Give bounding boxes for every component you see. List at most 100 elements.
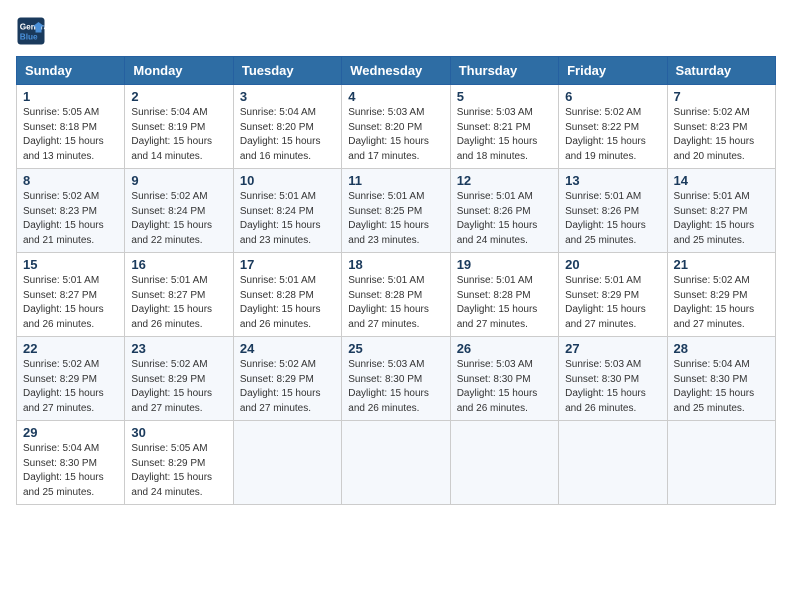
day-detail: Sunrise: 5:01 AMSunset: 8:28 PMDaylight:… bbox=[348, 275, 429, 330]
svg-text:Blue: Blue bbox=[20, 32, 38, 41]
day-number: 8 bbox=[23, 173, 118, 188]
day-detail: Sunrise: 5:01 AMSunset: 8:26 PMDaylight:… bbox=[457, 191, 538, 246]
calendar-day-cell bbox=[667, 421, 775, 505]
day-detail: Sunrise: 5:04 AMSunset: 8:30 PMDaylight:… bbox=[674, 359, 755, 414]
day-number: 22 bbox=[23, 341, 118, 356]
day-number: 24 bbox=[240, 341, 335, 356]
day-detail: Sunrise: 5:01 AMSunset: 8:29 PMDaylight:… bbox=[565, 275, 646, 330]
day-detail: Sunrise: 5:04 AMSunset: 8:30 PMDaylight:… bbox=[23, 443, 104, 498]
day-detail: Sunrise: 5:02 AMSunset: 8:22 PMDaylight:… bbox=[565, 107, 646, 162]
calendar-day-cell: 29 Sunrise: 5:04 AMSunset: 8:30 PMDayligh… bbox=[17, 421, 125, 505]
calendar-day-cell: 12 Sunrise: 5:01 AMSunset: 8:26 PMDayligh… bbox=[450, 169, 558, 253]
day-detail: Sunrise: 5:02 AMSunset: 8:29 PMDaylight:… bbox=[240, 359, 321, 414]
day-number: 14 bbox=[674, 173, 769, 188]
calendar-day-cell: 21 Sunrise: 5:02 AMSunset: 8:29 PMDayligh… bbox=[667, 253, 775, 337]
day-number: 29 bbox=[23, 425, 118, 440]
calendar-day-cell bbox=[450, 421, 558, 505]
calendar-header-wednesday: Wednesday bbox=[342, 57, 450, 85]
calendar-week-row: 1 Sunrise: 5:05 AMSunset: 8:18 PMDaylight… bbox=[17, 85, 776, 169]
calendar-day-cell: 15 Sunrise: 5:01 AMSunset: 8:27 PMDayligh… bbox=[17, 253, 125, 337]
calendar-day-cell: 26 Sunrise: 5:03 AMSunset: 8:30 PMDayligh… bbox=[450, 337, 558, 421]
day-number: 18 bbox=[348, 257, 443, 272]
calendar-day-cell: 5Sunrise: 5:03 AMSunset: 8:21 PMDaylight… bbox=[450, 85, 558, 169]
calendar-header-tuesday: Tuesday bbox=[233, 57, 341, 85]
calendar-day-cell: 20Sunrise: 5:01 AMSunset: 8:29 PMDayligh… bbox=[559, 253, 667, 337]
logo: General Blue bbox=[16, 16, 46, 46]
day-detail: Sunrise: 5:05 AMSunset: 8:18 PMDaylight:… bbox=[23, 107, 104, 162]
day-detail: Sunrise: 5:03 AMSunset: 8:30 PMDaylight:… bbox=[348, 359, 429, 414]
day-detail: Sunrise: 5:02 AMSunset: 8:23 PMDaylight:… bbox=[23, 191, 104, 246]
calendar-day-cell: 10Sunrise: 5:01 AMSunset: 8:24 PMDayligh… bbox=[233, 169, 341, 253]
day-number: 30 bbox=[131, 425, 226, 440]
day-number: 15 bbox=[23, 257, 118, 272]
page-header: General Blue bbox=[16, 16, 776, 46]
calendar-table: SundayMondayTuesdayWednesdayThursdayFrid… bbox=[16, 56, 776, 505]
day-detail: Sunrise: 5:03 AMSunset: 8:20 PMDaylight:… bbox=[348, 107, 429, 162]
day-number: 9 bbox=[131, 173, 226, 188]
day-number: 11 bbox=[348, 173, 443, 188]
svg-text:General: General bbox=[20, 23, 46, 32]
calendar-day-cell: 8 Sunrise: 5:02 AMSunset: 8:23 PMDaylight… bbox=[17, 169, 125, 253]
day-number: 17 bbox=[240, 257, 335, 272]
day-detail: Sunrise: 5:01 AMSunset: 8:26 PMDaylight:… bbox=[565, 191, 646, 246]
calendar-day-cell: 22 Sunrise: 5:02 AMSunset: 8:29 PMDayligh… bbox=[17, 337, 125, 421]
day-number: 16 bbox=[131, 257, 226, 272]
day-detail: Sunrise: 5:04 AMSunset: 8:20 PMDaylight:… bbox=[240, 107, 321, 162]
day-number: 1 bbox=[23, 89, 118, 104]
day-number: 7 bbox=[674, 89, 769, 104]
calendar-day-cell: 18 Sunrise: 5:01 AMSunset: 8:28 PMDayligh… bbox=[342, 253, 450, 337]
calendar-day-cell: 7 Sunrise: 5:02 AMSunset: 8:23 PMDaylight… bbox=[667, 85, 775, 169]
day-number: 2 bbox=[131, 89, 226, 104]
calendar-day-cell: 16Sunrise: 5:01 AMSunset: 8:27 PMDayligh… bbox=[125, 253, 233, 337]
calendar-day-cell: 3 Sunrise: 5:04 AMSunset: 8:20 PMDaylight… bbox=[233, 85, 341, 169]
day-number: 26 bbox=[457, 341, 552, 356]
calendar-day-cell: 25 Sunrise: 5:03 AMSunset: 8:30 PMDayligh… bbox=[342, 337, 450, 421]
calendar-day-cell bbox=[342, 421, 450, 505]
day-detail: Sunrise: 5:02 AMSunset: 8:29 PMDaylight:… bbox=[131, 359, 212, 414]
day-detail: Sunrise: 5:02 AMSunset: 8:29 PMDaylight:… bbox=[674, 275, 755, 330]
day-detail: Sunrise: 5:01 AMSunset: 8:28 PMDaylight:… bbox=[457, 275, 538, 330]
calendar-week-row: 15 Sunrise: 5:01 AMSunset: 8:27 PMDayligh… bbox=[17, 253, 776, 337]
calendar-week-row: 29 Sunrise: 5:04 AMSunset: 8:30 PMDayligh… bbox=[17, 421, 776, 505]
calendar-day-cell: 13 Sunrise: 5:01 AMSunset: 8:26 PMDayligh… bbox=[559, 169, 667, 253]
day-detail: Sunrise: 5:04 AMSunset: 8:19 PMDaylight:… bbox=[131, 107, 212, 162]
day-detail: Sunrise: 5:03 AMSunset: 8:21 PMDaylight:… bbox=[457, 107, 538, 162]
logo-icon: General Blue bbox=[16, 16, 46, 46]
calendar-header-row: SundayMondayTuesdayWednesdayThursdayFrid… bbox=[17, 57, 776, 85]
calendar-day-cell: 19 Sunrise: 5:01 AMSunset: 8:28 PMDayligh… bbox=[450, 253, 558, 337]
day-number: 25 bbox=[348, 341, 443, 356]
day-detail: Sunrise: 5:02 AMSunset: 8:23 PMDaylight:… bbox=[674, 107, 755, 162]
day-detail: Sunrise: 5:03 AMSunset: 8:30 PMDaylight:… bbox=[457, 359, 538, 414]
calendar-day-cell: 17 Sunrise: 5:01 AMSunset: 8:28 PMDayligh… bbox=[233, 253, 341, 337]
calendar-day-cell: 9Sunrise: 5:02 AMSunset: 8:24 PMDaylight… bbox=[125, 169, 233, 253]
day-number: 3 bbox=[240, 89, 335, 104]
day-detail: Sunrise: 5:01 AMSunset: 8:28 PMDaylight:… bbox=[240, 275, 321, 330]
calendar-day-cell: 14Sunrise: 5:01 AMSunset: 8:27 PMDayligh… bbox=[667, 169, 775, 253]
day-number: 21 bbox=[674, 257, 769, 272]
day-detail: Sunrise: 5:02 AMSunset: 8:29 PMDaylight:… bbox=[23, 359, 104, 414]
calendar-day-cell bbox=[559, 421, 667, 505]
calendar-header-saturday: Saturday bbox=[667, 57, 775, 85]
day-number: 12 bbox=[457, 173, 552, 188]
day-detail: Sunrise: 5:01 AMSunset: 8:27 PMDaylight:… bbox=[23, 275, 104, 330]
day-detail: Sunrise: 5:01 AMSunset: 8:24 PMDaylight:… bbox=[240, 191, 321, 246]
calendar-day-cell: 6 Sunrise: 5:02 AMSunset: 8:22 PMDaylight… bbox=[559, 85, 667, 169]
day-number: 23 bbox=[131, 341, 226, 356]
day-number: 13 bbox=[565, 173, 660, 188]
calendar-day-cell bbox=[233, 421, 341, 505]
day-number: 28 bbox=[674, 341, 769, 356]
calendar-day-cell: 11 Sunrise: 5:01 AMSunset: 8:25 PMDayligh… bbox=[342, 169, 450, 253]
calendar-day-cell: 1 Sunrise: 5:05 AMSunset: 8:18 PMDaylight… bbox=[17, 85, 125, 169]
calendar-header-sunday: Sunday bbox=[17, 57, 125, 85]
calendar-day-cell: 28 Sunrise: 5:04 AMSunset: 8:30 PMDayligh… bbox=[667, 337, 775, 421]
day-detail: Sunrise: 5:03 AMSunset: 8:30 PMDaylight:… bbox=[565, 359, 646, 414]
day-detail: Sunrise: 5:01 AMSunset: 8:25 PMDaylight:… bbox=[348, 191, 429, 246]
calendar-week-row: 8 Sunrise: 5:02 AMSunset: 8:23 PMDaylight… bbox=[17, 169, 776, 253]
calendar-day-cell: 24 Sunrise: 5:02 AMSunset: 8:29 PMDayligh… bbox=[233, 337, 341, 421]
calendar-day-cell: 27Sunrise: 5:03 AMSunset: 8:30 PMDayligh… bbox=[559, 337, 667, 421]
day-number: 19 bbox=[457, 257, 552, 272]
calendar-day-cell: 30Sunrise: 5:05 AMSunset: 8:29 PMDayligh… bbox=[125, 421, 233, 505]
calendar-day-cell: 2 Sunrise: 5:04 AMSunset: 8:19 PMDaylight… bbox=[125, 85, 233, 169]
day-number: 6 bbox=[565, 89, 660, 104]
calendar-week-row: 22 Sunrise: 5:02 AMSunset: 8:29 PMDayligh… bbox=[17, 337, 776, 421]
